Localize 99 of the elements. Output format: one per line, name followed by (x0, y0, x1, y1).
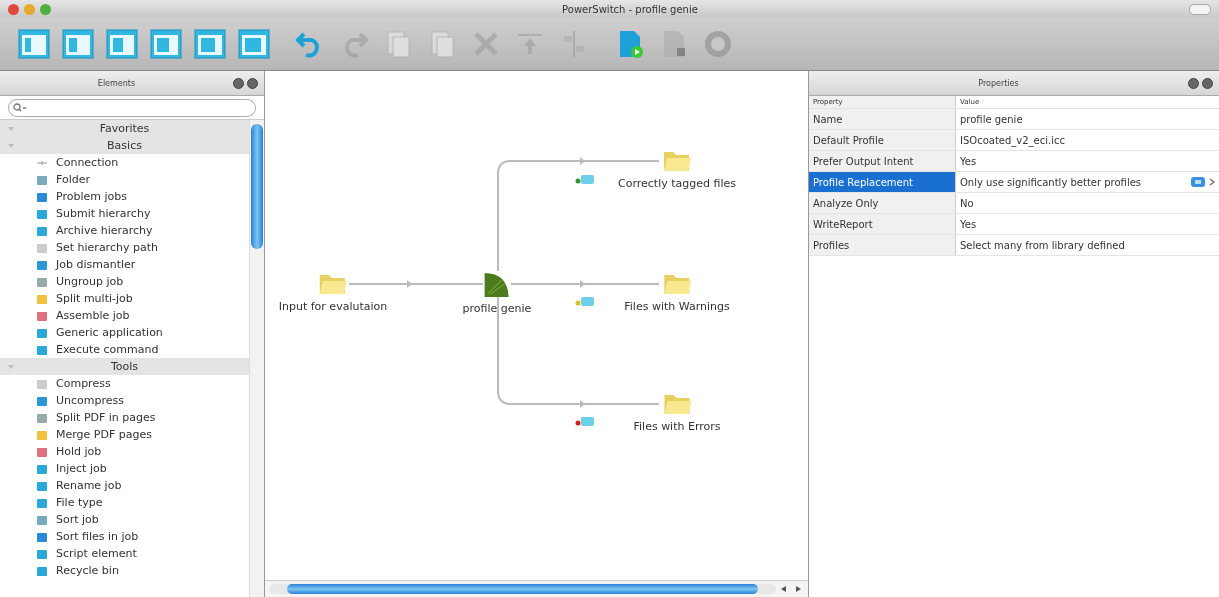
element-icon (36, 564, 48, 577)
search-field[interactable] (8, 99, 256, 117)
element-item[interactable]: Hold job (0, 443, 249, 460)
node-label: Files with Warnings (624, 300, 730, 313)
chevron-right-icon[interactable] (1208, 176, 1216, 188)
element-icon (36, 377, 48, 390)
property-value[interactable]: Select many from library defined (956, 235, 1219, 255)
element-item[interactable]: Inject job (0, 460, 249, 477)
panel-title: Properties (977, 78, 1020, 88)
section-label: Basics (106, 139, 143, 152)
property-name[interactable]: Profiles (809, 235, 956, 255)
element-item[interactable]: Script element (0, 545, 249, 562)
scrollbar[interactable] (249, 120, 264, 597)
element-icon (36, 207, 48, 220)
element-item[interactable]: Rename job (0, 477, 249, 494)
element-icon (36, 241, 48, 254)
node-label: Files with Errors (633, 420, 721, 433)
property-value[interactable]: profile genie (956, 109, 1219, 129)
property-value[interactable]: Yes (956, 214, 1219, 234)
element-icon (36, 479, 48, 492)
element-item[interactable]: Assemble job (0, 307, 249, 324)
leaf-icon[interactable] (483, 270, 511, 298)
property-name[interactable]: Name (809, 109, 956, 129)
element-item[interactable]: Recycle bin (0, 562, 249, 579)
element-icon (36, 292, 48, 305)
close-icon[interactable] (8, 3, 19, 15)
element-item[interactable]: Sort files in job (0, 528, 249, 545)
property-value[interactable]: No (956, 193, 1219, 213)
window-icon[interactable] (18, 28, 50, 60)
element-item[interactable]: Generic application (0, 324, 249, 341)
element-icon (36, 513, 48, 526)
window-icon[interactable] (238, 28, 270, 60)
element-item[interactable]: Uncompress (0, 392, 249, 409)
element-icon (36, 258, 48, 271)
property-name[interactable]: Profile Replacement (809, 172, 956, 192)
disclosure-icon[interactable] (8, 142, 14, 149)
property-name[interactable]: Analyze Only (809, 193, 956, 213)
section-label: Favorites (98, 122, 151, 135)
element-item[interactable]: Problem jobs (0, 188, 249, 205)
element-item[interactable]: Archive hierarchy (0, 222, 249, 239)
element-icon (36, 190, 48, 203)
section-header[interactable]: Basics (0, 137, 249, 154)
element-item[interactable]: Execute command (0, 341, 249, 358)
edit-icon[interactable] (1191, 176, 1205, 188)
element-item[interactable]: Split multi-job (0, 290, 249, 307)
toolbar-toggle-icon[interactable] (1189, 3, 1211, 15)
element-item[interactable]: Submit hierarchy (0, 205, 249, 222)
element-icon (36, 275, 48, 288)
property-value[interactable]: Only use significantly better profiles (956, 172, 1191, 192)
element-item[interactable]: Set hierarchy path (0, 239, 249, 256)
disclosure-icon[interactable] (8, 363, 14, 370)
element-icon (36, 445, 48, 458)
window-icon[interactable] (194, 28, 226, 60)
panel-option-icon[interactable] (1188, 77, 1199, 89)
element-icon (36, 462, 48, 475)
property-name[interactable]: Prefer Output Intent (809, 151, 956, 171)
search-icon (13, 103, 27, 113)
element-item[interactable]: Sort job (0, 511, 249, 528)
section-header[interactable]: Tools (0, 358, 249, 375)
section-header[interactable]: Favorites (0, 120, 249, 137)
scroll-thumb[interactable] (251, 124, 263, 249)
disclosure-icon[interactable] (8, 125, 14, 132)
window-icon[interactable] (62, 28, 94, 60)
element-icon (36, 496, 48, 509)
panel-title: Elements (96, 78, 137, 88)
property-value[interactable]: Yes (956, 151, 1219, 171)
element-icon (36, 326, 48, 339)
element-icon (36, 428, 48, 441)
element-item[interactable]: Job dismantler (0, 256, 249, 273)
element-icon (36, 343, 48, 356)
element-icon (36, 530, 48, 543)
element-item[interactable]: Connection (0, 154, 249, 171)
element-icon (36, 394, 48, 407)
element-icon (36, 224, 48, 237)
property-value[interactable]: ISOcoated_v2_eci.icc (956, 130, 1219, 150)
element-item[interactable]: Compress (0, 375, 249, 392)
property-name[interactable]: WriteReport (809, 214, 956, 234)
node-label: profile genie (462, 302, 532, 315)
element-item[interactable]: Split PDF in pages (0, 409, 249, 426)
element-icon (36, 309, 48, 322)
element-item[interactable]: Merge PDF pages (0, 426, 249, 443)
property-name[interactable]: Default Profile (809, 130, 956, 150)
panel-close-icon[interactable] (1202, 77, 1213, 89)
window-title: PowerSwitch - profile genie (561, 3, 699, 15)
window-icon[interactable] (106, 28, 138, 60)
element-icon (36, 547, 48, 560)
minimize-icon[interactable] (24, 3, 35, 15)
zoom-icon[interactable] (40, 3, 51, 15)
window-icon[interactable] (150, 28, 182, 60)
section-label: Tools (109, 360, 140, 373)
panel-option-icon[interactable] (233, 77, 244, 89)
element-item[interactable]: File type (0, 494, 249, 511)
element-icon (36, 173, 48, 186)
element-item[interactable]: Ungroup job (0, 273, 249, 290)
panel-close-icon[interactable] (247, 77, 258, 89)
element-item[interactable]: Folder (0, 171, 249, 188)
node-label: Correctly tagged files (618, 177, 736, 190)
node-label: Input for evalutaion (278, 300, 388, 313)
element-icon (36, 411, 48, 424)
